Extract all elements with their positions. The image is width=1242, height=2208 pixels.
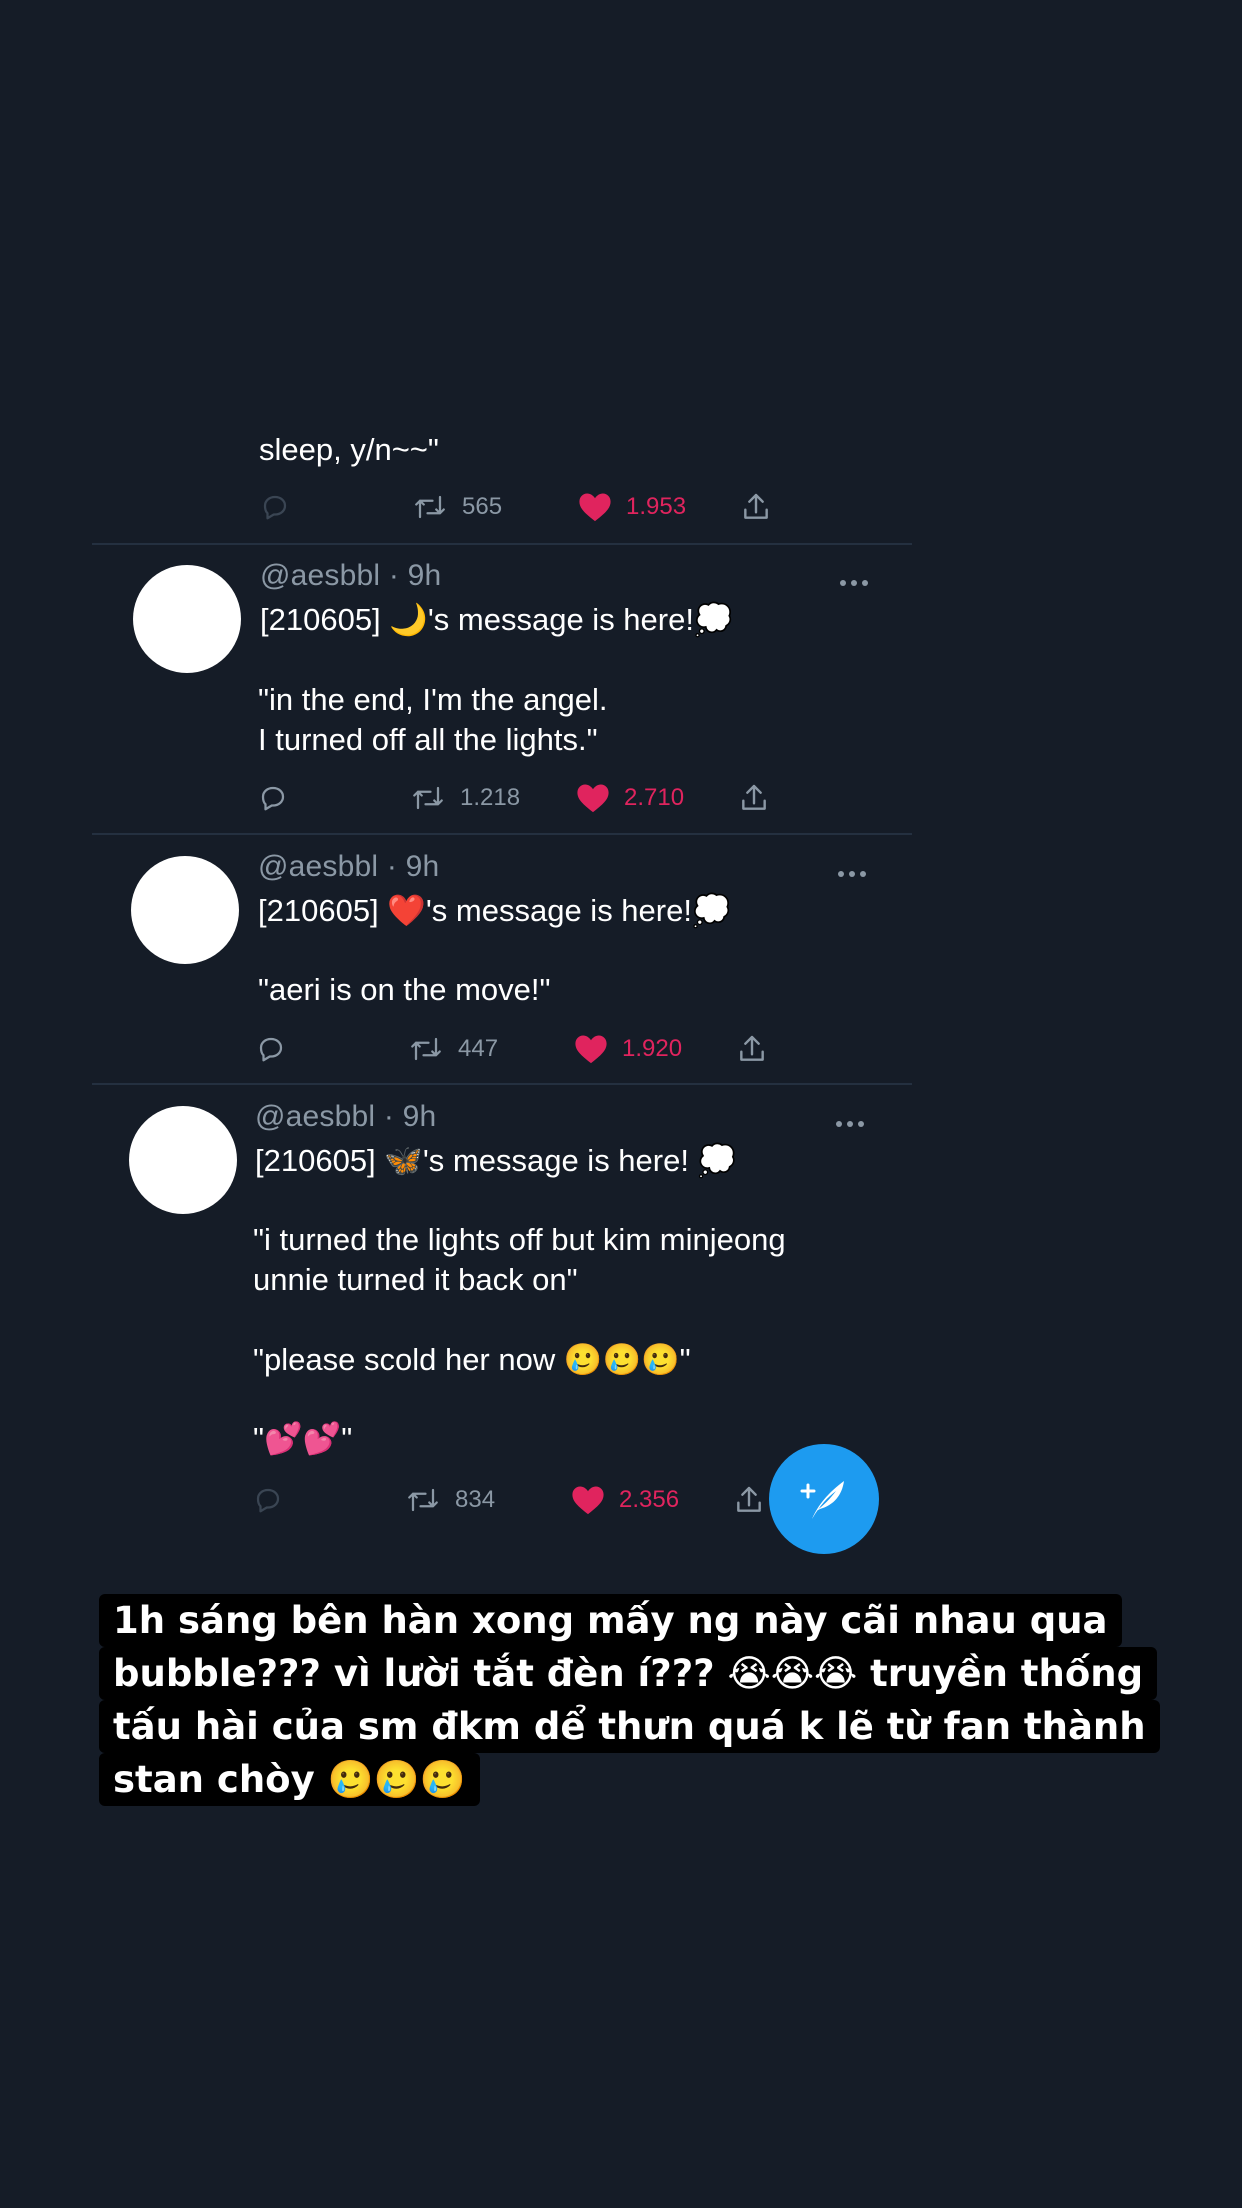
retweet-count: 1.218 [460,784,521,811]
divider [92,833,912,835]
share-button[interactable] [738,778,770,818]
like-button[interactable]: 1.953 [578,487,686,527]
retweet-count: 565 [462,493,503,520]
retweet-button[interactable]: 834 [405,1480,495,1520]
tweet-actions: 447 1.920 [256,1029,776,1069]
share-button[interactable] [740,487,772,527]
separator: · [388,559,400,592]
tweet-text: [210605] ❤️'s message is here!💭 [258,893,731,928]
tweet-text: "aeri is on the move!" [258,972,551,1007]
tweet-header: @aesbbl · 9h [258,850,439,884]
tweet-time: 9h [405,850,440,883]
share-icon [737,1486,761,1512]
share-icon [740,1035,764,1061]
reply-icon [259,1037,283,1062]
heart-icon [572,1486,604,1515]
heart-icon [577,784,609,813]
tweet-text: I turned off all the lights." [258,722,598,757]
reply-button[interactable] [253,1480,283,1520]
caption-line: tấu hài của sm đkm dể thưn quá k lẽ từ f… [99,1700,1160,1753]
tweet-text: "in the end, I'm the angel. [258,682,608,717]
tweet-handle[interactable]: @aesbbl [258,850,378,883]
tweet-text: "i turned the lights off but kim minjeon… [253,1222,786,1257]
tweet-feed: sleep, y/n~~" 565 1.953 @aesbbl · 9h [21… [92,380,912,1530]
more-icon [836,1114,869,1131]
retweet-icon [408,1488,438,1512]
like-button[interactable]: 2.710 [576,778,684,818]
retweet-icon [413,786,443,810]
tweet-handle[interactable]: @aesbbl [260,559,380,592]
compose-tweet-button[interactable] [769,1444,879,1554]
retweet-icon [411,1037,441,1061]
tweet-text: "💕💕" [253,1421,353,1456]
avatar[interactable] [129,1106,237,1214]
tweet-header: @aesbbl · 9h [260,559,441,593]
avatar[interactable] [131,856,239,964]
tweet-text: "please scold her now 🥲🥲🥲" [253,1342,691,1377]
tweet-time: 9h [407,559,442,592]
reply-button[interactable] [256,1029,286,1069]
more-button[interactable] [838,864,872,877]
tweet-actions: 1.218 2.710 [258,778,778,818]
tweet-time: 9h [402,1100,437,1133]
tweet-header: @aesbbl · 9h [255,1100,436,1134]
like-count: 2.710 [624,784,685,811]
tweet-text: sleep, y/n~~" [259,432,439,467]
retweet-count: 447 [458,1035,499,1062]
retweet-count: 834 [455,1486,496,1513]
tweet-text: [210605] 🦋's message is here! 💭 [255,1143,737,1178]
retweet-button[interactable]: 1.218 [410,778,520,818]
reply-button[interactable] [258,778,288,818]
like-button[interactable]: 2.356 [571,1480,679,1520]
retweet-button[interactable]: 447 [408,1029,498,1069]
like-count: 1.953 [626,493,687,520]
reply-icon [261,786,285,811]
share-button[interactable] [736,1029,768,1069]
more-icon [838,864,871,881]
separator: · [383,1100,395,1133]
crop-edge [0,1530,1242,1590]
divider [92,1083,912,1085]
heart-icon [579,493,611,522]
heart-icon [575,1035,607,1064]
more-icon [840,573,873,590]
like-count: 2.356 [619,1486,680,1513]
share-icon [742,784,766,810]
caption-line: 1h sáng bên hàn xong mấy ng này cãi nhau… [99,1594,1122,1647]
share-button[interactable] [733,1480,765,1520]
compose-icon [800,1481,844,1519]
reply-icon [256,1488,280,1513]
tweet-handle[interactable]: @aesbbl [255,1100,375,1133]
divider [92,543,912,545]
tweet-actions: 565 1.953 [260,487,780,527]
retweet-icon [415,495,445,519]
share-icon [744,493,768,519]
more-button[interactable] [840,573,874,586]
avatar[interactable] [133,565,241,673]
caption-line: bubble??? vì lười tắt đèn í??? 😭😭😭 truyề… [99,1647,1158,1700]
like-count: 1.920 [622,1035,683,1062]
reply-button[interactable] [260,487,290,527]
caption-line: stan chòy 🥲🥲🥲 [99,1753,480,1806]
more-button[interactable] [836,1114,870,1127]
story-caption: 1h sáng bên hàn xong mấy ng này cãi nhau… [99,1594,1199,1806]
tweet-text: [210605] 🌙's message is here!💭 [260,602,733,637]
tweet-text: unnie turned it back on" [253,1262,578,1297]
separator: · [386,850,398,883]
retweet-button[interactable]: 565 [412,487,502,527]
tweet-actions: 834 2.356 [253,1480,773,1520]
like-button[interactable]: 1.920 [574,1029,682,1069]
reply-icon [263,495,287,520]
